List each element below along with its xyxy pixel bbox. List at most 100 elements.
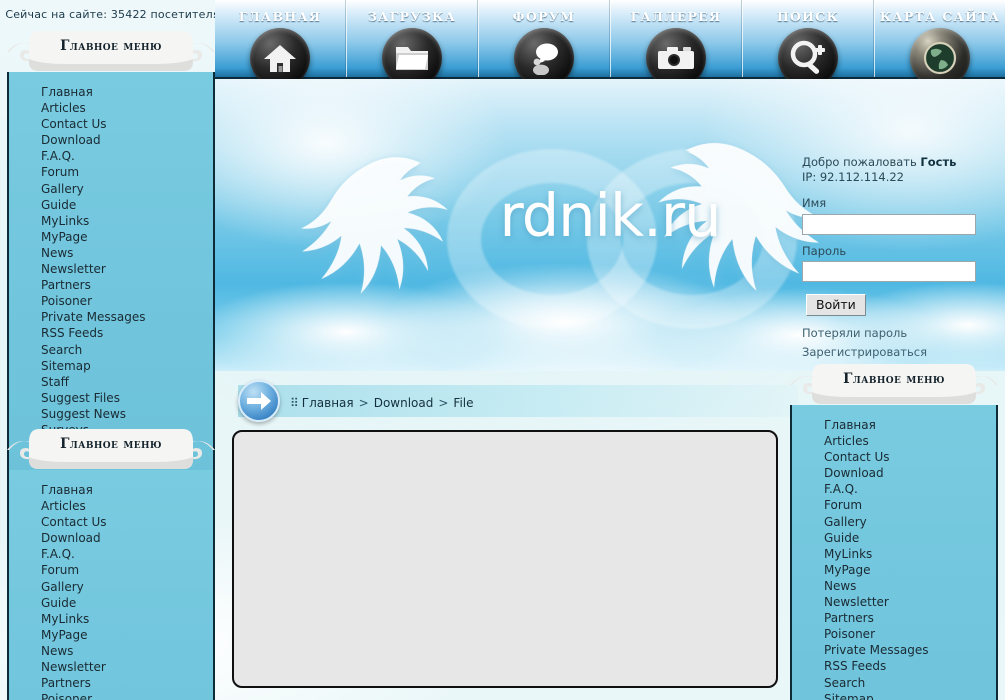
menu-item-news[interactable]: News [41,643,213,659]
password-input[interactable] [802,261,976,282]
breadcrumb: ⠿ Главная > Download > File [290,396,474,410]
breadcrumb-item-2[interactable]: File [453,396,473,410]
menu-item-mypage[interactable]: MyPage [41,627,213,643]
nav-label-sitemap: КАРТА САЙТА [879,9,1001,24]
menu-item-contact-us[interactable]: Contact Us [41,514,213,530]
nav-label-download: ЗАГРУЗКА [367,9,457,24]
menu-item-news[interactable]: News [824,578,996,594]
nav-item-home[interactable]: ГЛАВНАЯ [215,0,346,88]
menu-item-forum[interactable]: Forum [41,164,213,180]
menu-item-faq[interactable]: F.A.Q. [824,481,996,497]
menu-item-private-messages[interactable]: Private Messages [824,642,996,658]
menu-item-mypage[interactable]: MyPage [41,229,213,245]
menu-item-partners[interactable]: Partners [41,277,213,293]
menu-item-mylinks[interactable]: MyLinks [41,611,213,627]
menu-ribbon: Главное меню [790,363,998,409]
menu-item-newsletter[interactable]: Newsletter [824,594,996,610]
menu-item-rss-feeds[interactable]: RSS Feeds [824,658,996,674]
menu-item-mypage[interactable]: MyPage [824,562,996,578]
top-navigation: ГЛАВНАЯ ЗАГРУЗКА ФОРУМ ГАЛЛЕРЕЯ ПОИСК КА… [215,0,1005,88]
menu-item-gallery[interactable]: Gallery [41,579,213,595]
menu-item-mylinks[interactable]: MyLinks [41,213,213,229]
menu-item-partners[interactable]: Partners [824,610,996,626]
welcome-username: Гость [920,155,957,169]
login-box: Добро пожаловать Гость IP: 92.112.114.22… [802,155,982,364]
nav-item-download[interactable]: ЗАГРУЗКА [346,0,478,88]
menu-item-private-messages[interactable]: Private Messages [41,309,213,325]
username-label: Имя [802,196,827,210]
sidebar-block-left-bottom: Главное меню Главная Articles Contact Us… [7,428,215,700]
menu-item-glavnaya[interactable]: Главная [41,482,213,498]
menu-item-articles[interactable]: Articles [41,498,213,514]
nav-item-forum[interactable]: ФОРУМ [478,0,610,88]
breadcrumb-grip-icon: ⠿ [290,396,299,410]
nav-item-gallery[interactable]: ГАЛЛЕРЕЯ [610,0,742,88]
login-submit-button[interactable]: Войти [806,294,866,316]
ip-address: IP: 92.112.114.22 [802,170,904,184]
password-label: Пароль [802,243,847,258]
menu-item-guide[interactable]: Guide [41,197,213,213]
lost-password-link[interactable]: Потеряли пароль [802,326,982,340]
menu-item-gallery[interactable]: Gallery [824,514,996,530]
menu-item-search[interactable]: Search [824,675,996,691]
menu-title: Главное меню [60,38,162,54]
nav-label-home: ГЛАВНАЯ [238,9,322,24]
menu-item-contact-us[interactable]: Contact Us [824,449,996,465]
register-link[interactable]: Зарегистрироваться [802,345,982,359]
menu-list: Главная Articles Contact Us Download F.A… [9,482,213,700]
page-root: Сейчас на сайте: 35422 посетителя ГЛАВНА… [0,0,1005,700]
sidebar-block-right: Главное меню Главная Articles Contact Us… [790,363,998,700]
welcome-line: Добро пожаловать Гость [802,155,982,169]
breadcrumb-item-0[interactable]: Главная [302,396,354,410]
menu-item-glavnaya[interactable]: Главная [824,417,996,433]
menu-item-forum[interactable]: Forum [824,497,996,513]
nav-label-search: ПОИСК [776,9,840,24]
menu-item-rss-feeds[interactable]: RSS Feeds [41,325,213,341]
menu-item-suggest-news[interactable]: Suggest News [41,406,213,422]
menu-title: Главное меню [60,436,162,452]
nav-item-search[interactable]: ПОИСК [742,0,874,88]
menu-item-poisoner[interactable]: Poisoner [824,626,996,642]
menu-title: Главное меню [843,371,945,387]
menu-item-poisoner[interactable]: Poisoner [41,293,213,309]
breadcrumb-separator-1: > [438,396,449,410]
welcome-prefix: Добро пожаловать [802,155,921,169]
menu-item-sitemap[interactable]: Sitemap [824,691,996,700]
menu-item-newsletter[interactable]: Newsletter [41,659,213,675]
menu-item-guide[interactable]: Guide [41,595,213,611]
breadcrumb-item-1[interactable]: Download [374,396,434,410]
menu-item-glavnaya[interactable]: Главная [41,84,213,100]
menu-item-contact-us[interactable]: Contact Us [41,116,213,132]
menu-list: Главная Articles Contact Us Download F.A… [792,417,996,700]
menu-item-articles[interactable]: Articles [824,433,996,449]
menu-body: Главная Articles Contact Us Download F.A… [7,470,215,700]
breadcrumb-separator-0: > [358,396,369,410]
visitor-counter: Сейчас на сайте: 35422 посетителя [5,8,220,21]
arrow-right-icon[interactable] [238,380,280,422]
menu-ribbon: Главное меню [7,428,215,474]
nav-label-forum: ФОРУМ [512,9,576,24]
username-input[interactable] [802,213,976,235]
menu-item-articles[interactable]: Articles [41,100,213,116]
menu-item-gallery[interactable]: Gallery [41,181,213,197]
menu-item-download[interactable]: Download [41,132,213,148]
menu-item-faq[interactable]: F.A.Q. [41,148,213,164]
menu-list: Главная Articles Contact Us Download F.A… [9,84,213,486]
menu-item-partners[interactable]: Partners [41,675,213,691]
menu-item-staff[interactable]: Staff [41,374,213,390]
menu-item-news[interactable]: News [41,245,213,261]
menu-item-download[interactable]: Download [824,465,996,481]
menu-item-newsletter[interactable]: Newsletter [41,261,213,277]
menu-item-forum[interactable]: Forum [41,562,213,578]
menu-item-faq[interactable]: F.A.Q. [41,546,213,562]
menu-item-suggest-files[interactable]: Suggest Files [41,390,213,406]
menu-item-sitemap[interactable]: Sitemap [41,358,213,374]
menu-item-download[interactable]: Download [41,530,213,546]
nav-label-gallery: ГАЛЛЕРЕЯ [630,9,722,24]
menu-item-poisoner[interactable]: Poisoner [41,691,213,700]
menu-item-search[interactable]: Search [41,342,213,358]
menu-ribbon: Главное меню [7,30,215,76]
nav-item-sitemap[interactable]: КАРТА САЙТА [874,0,1005,88]
menu-item-guide[interactable]: Guide [824,530,996,546]
menu-item-mylinks[interactable]: MyLinks [824,546,996,562]
